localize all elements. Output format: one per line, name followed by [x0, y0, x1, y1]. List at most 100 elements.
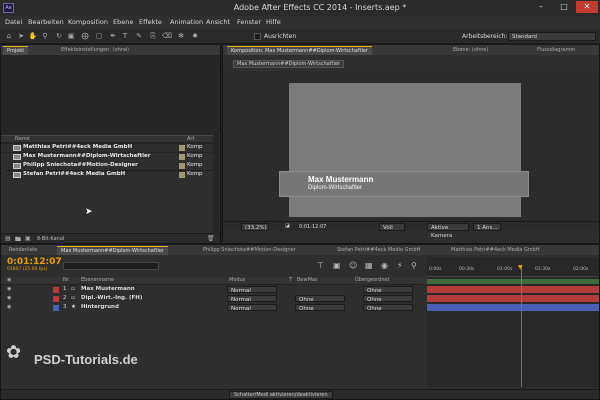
- viewer-timecode[interactable]: 0:01:12:07: [299, 224, 326, 230]
- layer-mode-dropdown[interactable]: Normal: [227, 304, 277, 312]
- column-layer-name[interactable]: Ebenenname: [81, 277, 114, 283]
- tab-timeline-matthias[interactable]: Matthias Petri##4eck Media GmbH: [447, 246, 544, 254]
- column-t[interactable]: T: [289, 277, 292, 283]
- tab-timeline-stefan[interactable]: Stefan Petri##4eck Media GmbH: [333, 246, 424, 254]
- bit-depth-label[interactable]: 8-Bit-Kanal: [37, 236, 64, 242]
- project-item[interactable]: Matthias Petri##4eck Media GmbH Komp: [1, 144, 220, 152]
- layer-row[interactable]: ◉ 3 ★ Hintergrund Normal Ohne Ohne: [1, 304, 427, 312]
- layer-duration-bar[interactable]: [427, 295, 599, 302]
- project-item[interactable]: Max Mustermann##Diplom-Wirtschaftler Kom…: [1, 153, 220, 161]
- project-item[interactable]: Stefan Petri##4eck Media GmbH Komp: [1, 171, 220, 179]
- label-color-swatch[interactable]: [179, 145, 185, 151]
- column-name[interactable]: Name: [15, 136, 30, 142]
- visibility-eye-icon[interactable]: ◉: [7, 295, 11, 301]
- home-tool-icon[interactable]: ⌂: [4, 31, 14, 41]
- tab-project[interactable]: Projekt: [3, 46, 29, 55]
- label-color-swatch[interactable]: [179, 163, 185, 169]
- column-type[interactable]: Art: [187, 136, 194, 142]
- layer-name[interactable]: Max Mustermann: [81, 286, 135, 292]
- menu-ebene[interactable]: Ebene: [113, 18, 133, 26]
- tab-effect-controls[interactable]: Effekteinstellungen: (ohne): [57, 46, 133, 54]
- project-item[interactable]: Philipp Sniechota##Motion-Designer Komp: [1, 162, 220, 170]
- views-dropdown[interactable]: 1 Ans...: [473, 223, 501, 231]
- layer-parent-dropdown[interactable]: Ohne: [363, 286, 413, 294]
- column-nr[interactable]: Nr.: [63, 277, 70, 283]
- graph-editor-icon[interactable]: ⚡: [397, 261, 403, 270]
- camera-dropdown[interactable]: Aktive Kamera: [427, 223, 469, 239]
- selection-tool-icon[interactable]: ➤: [16, 31, 26, 41]
- menu-animation[interactable]: Animation: [170, 18, 203, 26]
- menu-bearbeiten[interactable]: Bearbeiten: [28, 18, 64, 26]
- draft-3d-icon[interactable]: ▣: [333, 261, 341, 270]
- timeline-track-area[interactable]: 0:00s 00:30s 01:00s 01:30s 02:00s ▼: [427, 257, 599, 387]
- brush-tool-icon[interactable]: ✎: [134, 31, 144, 41]
- text-tool-icon[interactable]: T: [120, 31, 130, 41]
- menu-effekte[interactable]: Effekte: [139, 18, 162, 26]
- label-color-swatch[interactable]: [179, 154, 185, 160]
- pan-behind-tool-icon[interactable]: ⨁: [80, 31, 90, 41]
- visibility-eye-icon[interactable]: ◉: [7, 286, 11, 292]
- tab-timeline-philipp[interactable]: Philipp Sniechota##Motion-Designer: [199, 246, 300, 254]
- menu-fenster[interactable]: Fenster: [237, 18, 261, 26]
- layer-parent-dropdown[interactable]: Ohne: [363, 295, 413, 303]
- layer-parent-dropdown[interactable]: Ohne: [363, 304, 413, 312]
- roto-brush-tool-icon[interactable]: ✻: [176, 31, 186, 41]
- layer-label-color[interactable]: [53, 287, 59, 293]
- rotate-tool-icon[interactable]: ↻: [54, 31, 64, 41]
- tab-render-queue[interactable]: Renderliste: [5, 246, 41, 254]
- av-features-icon[interactable]: ◉: [7, 277, 11, 283]
- resolution-dropdown[interactable]: Voll: [379, 223, 405, 231]
- menu-datei[interactable]: Datei: [5, 18, 22, 26]
- ausrichten-checkbox[interactable]: [254, 33, 261, 40]
- work-area-bar[interactable]: [427, 279, 599, 284]
- layer-row[interactable]: ◉ 2 ▫ Dipl.-Wirt.-Ing. (FH) Normal Ohne …: [1, 295, 427, 303]
- layer-trackmatte-dropdown[interactable]: Ohne: [295, 304, 345, 312]
- maximize-icon[interactable]: □: [553, 1, 575, 13]
- composition-mini-flowchart-icon[interactable]: ⊤: [317, 261, 324, 270]
- layer-label-color[interactable]: [53, 305, 59, 311]
- close-icon[interactable]: ✕: [576, 1, 598, 13]
- label-color-swatch[interactable]: [179, 172, 185, 178]
- camera-tool-icon[interactable]: ▣: [66, 31, 76, 41]
- hand-tool-icon[interactable]: ✋: [28, 31, 38, 41]
- tab-flowchart[interactable]: Flussdiagramm: [533, 46, 579, 54]
- playhead-line[interactable]: [521, 265, 522, 387]
- puppet-tool-icon[interactable]: ✸: [190, 31, 200, 41]
- workspace-dropdown[interactable]: Standard: [508, 32, 596, 41]
- composition-subtab[interactable]: Max Mustermann##Diplom-Wirtschaftler: [233, 60, 344, 68]
- zoom-tool-icon[interactable]: ⚲: [40, 31, 50, 41]
- frame-blending-icon[interactable]: ▦: [365, 261, 373, 270]
- tab-timeline-max[interactable]: Max Mustermann##Diplom-Wirtschaftler: [57, 246, 168, 255]
- menu-komposition[interactable]: Komposition: [68, 18, 108, 26]
- layer-mode-dropdown[interactable]: Normal: [227, 286, 277, 294]
- project-scrollbar[interactable]: [213, 64, 219, 234]
- eraser-tool-icon[interactable]: ⌫: [162, 31, 172, 41]
- interpret-footage-icon[interactable]: ▤: [5, 235, 11, 242]
- timeline-timecode[interactable]: 0:01:12:07: [7, 257, 62, 267]
- column-mode[interactable]: Modus: [229, 277, 245, 283]
- column-bewmas[interactable]: BewMas: [297, 277, 318, 283]
- layer-name[interactable]: Hintergrund: [81, 304, 119, 310]
- layer-row[interactable]: ◉ 1 ▫ Max Mustermann Normal Ohne: [1, 286, 427, 294]
- new-composition-icon[interactable]: ▣: [25, 235, 31, 242]
- toggle-switches-modes-button[interactable]: Schalter/Modi aktivieren/deaktivieren: [229, 391, 333, 399]
- pen-tool-icon[interactable]: ✒: [108, 31, 118, 41]
- layer-label-color[interactable]: [53, 296, 59, 302]
- layer-duration-bar[interactable]: [427, 286, 599, 293]
- menu-ansicht[interactable]: Ansicht: [206, 18, 230, 26]
- clone-stamp-tool-icon[interactable]: ⎘: [148, 31, 158, 41]
- column-parent[interactable]: Übergeordnet: [355, 277, 390, 283]
- menu-hilfe[interactable]: Hilfe: [266, 18, 281, 26]
- search-icon[interactable]: ⚲: [411, 261, 417, 270]
- layer-name[interactable]: Dipl.-Wirt.-Ing. (FH): [81, 295, 142, 301]
- trash-icon[interactable]: 🗑: [207, 235, 215, 242]
- playhead-handle-icon[interactable]: ▼: [518, 264, 523, 271]
- timeline-search-input[interactable]: [63, 262, 159, 270]
- zoom-dropdown[interactable]: (33,2%): [241, 223, 269, 231]
- visibility-eye-icon[interactable]: ◉: [7, 304, 11, 310]
- layer-mode-dropdown[interactable]: Normal: [227, 295, 277, 303]
- hide-shy-layers-icon[interactable]: ☺: [349, 261, 357, 270]
- layer-duration-bar[interactable]: [427, 304, 599, 311]
- time-ruler[interactable]: 0:00s 00:30s 01:00s 01:30s 02:00s: [427, 267, 599, 277]
- layer-trackmatte-dropdown[interactable]: Ohne: [295, 295, 345, 303]
